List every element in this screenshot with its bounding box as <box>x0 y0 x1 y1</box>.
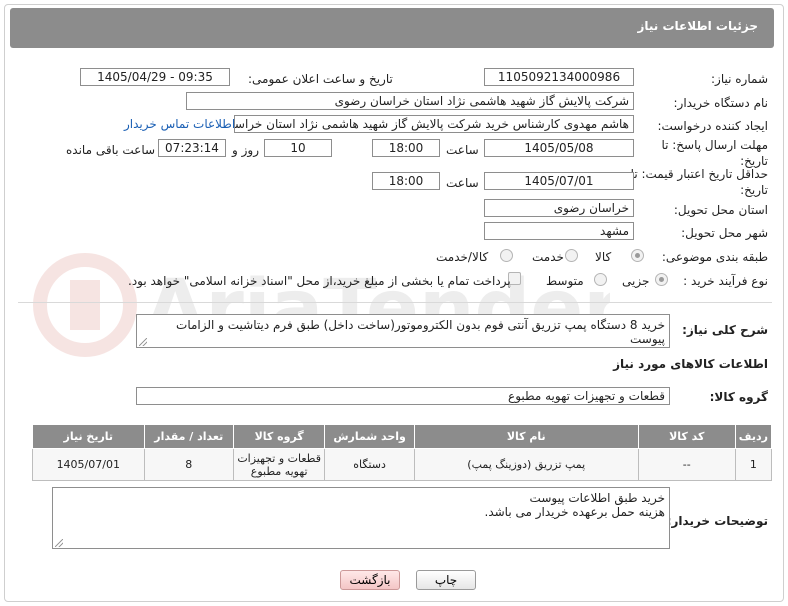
cell-group: قطعات و تجهیزات تهویه مطبوع <box>232 448 326 481</box>
purchase-medium-radio[interactable] <box>594 273 607 286</box>
page-header: جزئیات اطلاعات نیاز <box>10 8 774 48</box>
goods-group-label: گروه کالا: <box>709 390 768 404</box>
description-resize-handle[interactable] <box>139 338 147 346</box>
price-validity-label: حداقل تاریخ اعتبار قیمت: تا تاریخ: <box>630 167 768 197</box>
col-need-date: تاریخ نیاز <box>32 424 145 449</box>
back-button[interactable]: بازگشت <box>340 570 400 590</box>
category-goods-service-label: کالا/خدمت <box>436 250 489 264</box>
cell-row: 1 <box>734 448 773 481</box>
goods-group-field: قطعات و تجهیزات تهویه مطبوع <box>136 387 670 405</box>
price-time-label: ساعت <box>446 176 479 190</box>
requester-field: هاشم مهدوی کارشناس خرید شرکت پالایش گاز … <box>234 115 634 133</box>
col-group: گروه کالا <box>232 424 326 449</box>
cell-need-date: 1405/07/01 <box>32 448 145 481</box>
reply-time-field: 18:00 <box>372 139 440 157</box>
remaining-time-field: 07:23:14 <box>158 139 226 157</box>
category-service-label: خدمت <box>532 250 564 264</box>
reply-days-label: روز و <box>232 143 259 157</box>
goods-section-title: اطلاعات کالاهای مورد نیاز <box>613 357 768 371</box>
price-date-field: 1405/07/01 <box>484 172 634 190</box>
buyer-notes-resize-handle[interactable] <box>55 539 63 547</box>
col-row: ردیف <box>734 424 773 449</box>
buyer-org-field: شرکت پالایش گاز شهید هاشمی نژاد استان خر… <box>186 92 634 110</box>
category-goods-label: کالا <box>595 250 612 264</box>
col-unit: واحد شمارش <box>324 424 415 449</box>
buyer-contact-link[interactable]: اطلاعات تماس خریدار <box>124 117 235 131</box>
description-field[interactable]: خرید 8 دستگاه پمپ تزریق آنتی فوم بدون ال… <box>136 314 670 348</box>
col-code: کد کالا <box>637 424 736 449</box>
city-field: مشهد <box>484 222 634 240</box>
cell-name: پمپ تزریق (دوزینگ پمپ) <box>413 448 639 481</box>
price-time-field: 18:00 <box>372 172 440 190</box>
need-number-label: شماره نیاز: <box>711 72 768 86</box>
page-title: جزئیات اطلاعات نیاز <box>637 19 758 33</box>
buyer-notes-field[interactable]: خرید طبق اطلاعات پیوست هزینه حمل برعهده … <box>52 487 670 549</box>
city-label: شهر محل تحویل: <box>681 226 768 240</box>
print-button[interactable]: چاپ <box>416 570 476 590</box>
category-goods-service-radio[interactable] <box>500 249 513 262</box>
category-label: طبقه بندی موضوعی: <box>661 250 768 264</box>
remaining-time-label: ساعت باقی مانده <box>66 143 156 157</box>
reply-deadline-label: مهلت ارسال پاسخ: تا تاریخ: <box>661 138 768 168</box>
buyer-notes-label: توضیحات خریدار: <box>666 514 768 528</box>
purchase-type-label: نوع فرآیند خرید : <box>683 274 768 288</box>
table-row: 1 -- پمپ تزریق (دوزینگ پمپ) دستگاه قطعات… <box>32 448 773 481</box>
reply-date-field: 1405/05/08 <box>484 139 634 157</box>
reply-time-label: ساعت <box>446 143 479 157</box>
goods-table: ردیف کد کالا نام کالا واحد شمارش گروه کا… <box>32 424 773 481</box>
purchase-partial-label: جزیی <box>622 274 650 288</box>
province-field: خراسان رضوی <box>484 199 634 217</box>
buyer-org-label: نام دستگاه خریدار: <box>673 96 769 110</box>
description-label: شرح کلی نیاز: <box>682 323 768 337</box>
category-service-radio[interactable] <box>565 249 578 262</box>
need-number-field: 1105092134000986 <box>484 68 634 86</box>
reply-days-field: 10 <box>264 139 332 157</box>
requester-label: ایجاد کننده درخواست: <box>657 119 768 133</box>
buyer-notes-line: هزینه حمل برعهده خریدار می باشد. <box>484 505 666 519</box>
cell-unit: دستگاه <box>324 448 415 481</box>
treasury-payment-note: پرداخت تمام یا بخشی از مبلغ خرید،از محل … <box>128 274 511 288</box>
col-quantity: تعداد / مقدار <box>143 424 234 449</box>
announce-field: 1405/04/29 - 09:35 <box>80 68 230 86</box>
category-goods-radio[interactable] <box>631 249 644 262</box>
announce-label: تاریخ و ساعت اعلان عمومی: <box>248 72 393 86</box>
buyer-notes-line: خرید طبق اطلاعات پیوست <box>529 491 665 505</box>
province-label: استان محل تحویل: <box>673 203 768 217</box>
purchase-medium-label: متوسط <box>546 274 584 288</box>
goods-table-header: ردیف کد کالا نام کالا واحد شمارش گروه کا… <box>32 424 773 449</box>
purchase-partial-radio[interactable] <box>655 273 668 286</box>
cell-quantity: 8 <box>143 448 234 481</box>
cell-code: -- <box>637 448 736 481</box>
divider <box>18 302 772 303</box>
col-name: نام کالا <box>413 424 639 449</box>
